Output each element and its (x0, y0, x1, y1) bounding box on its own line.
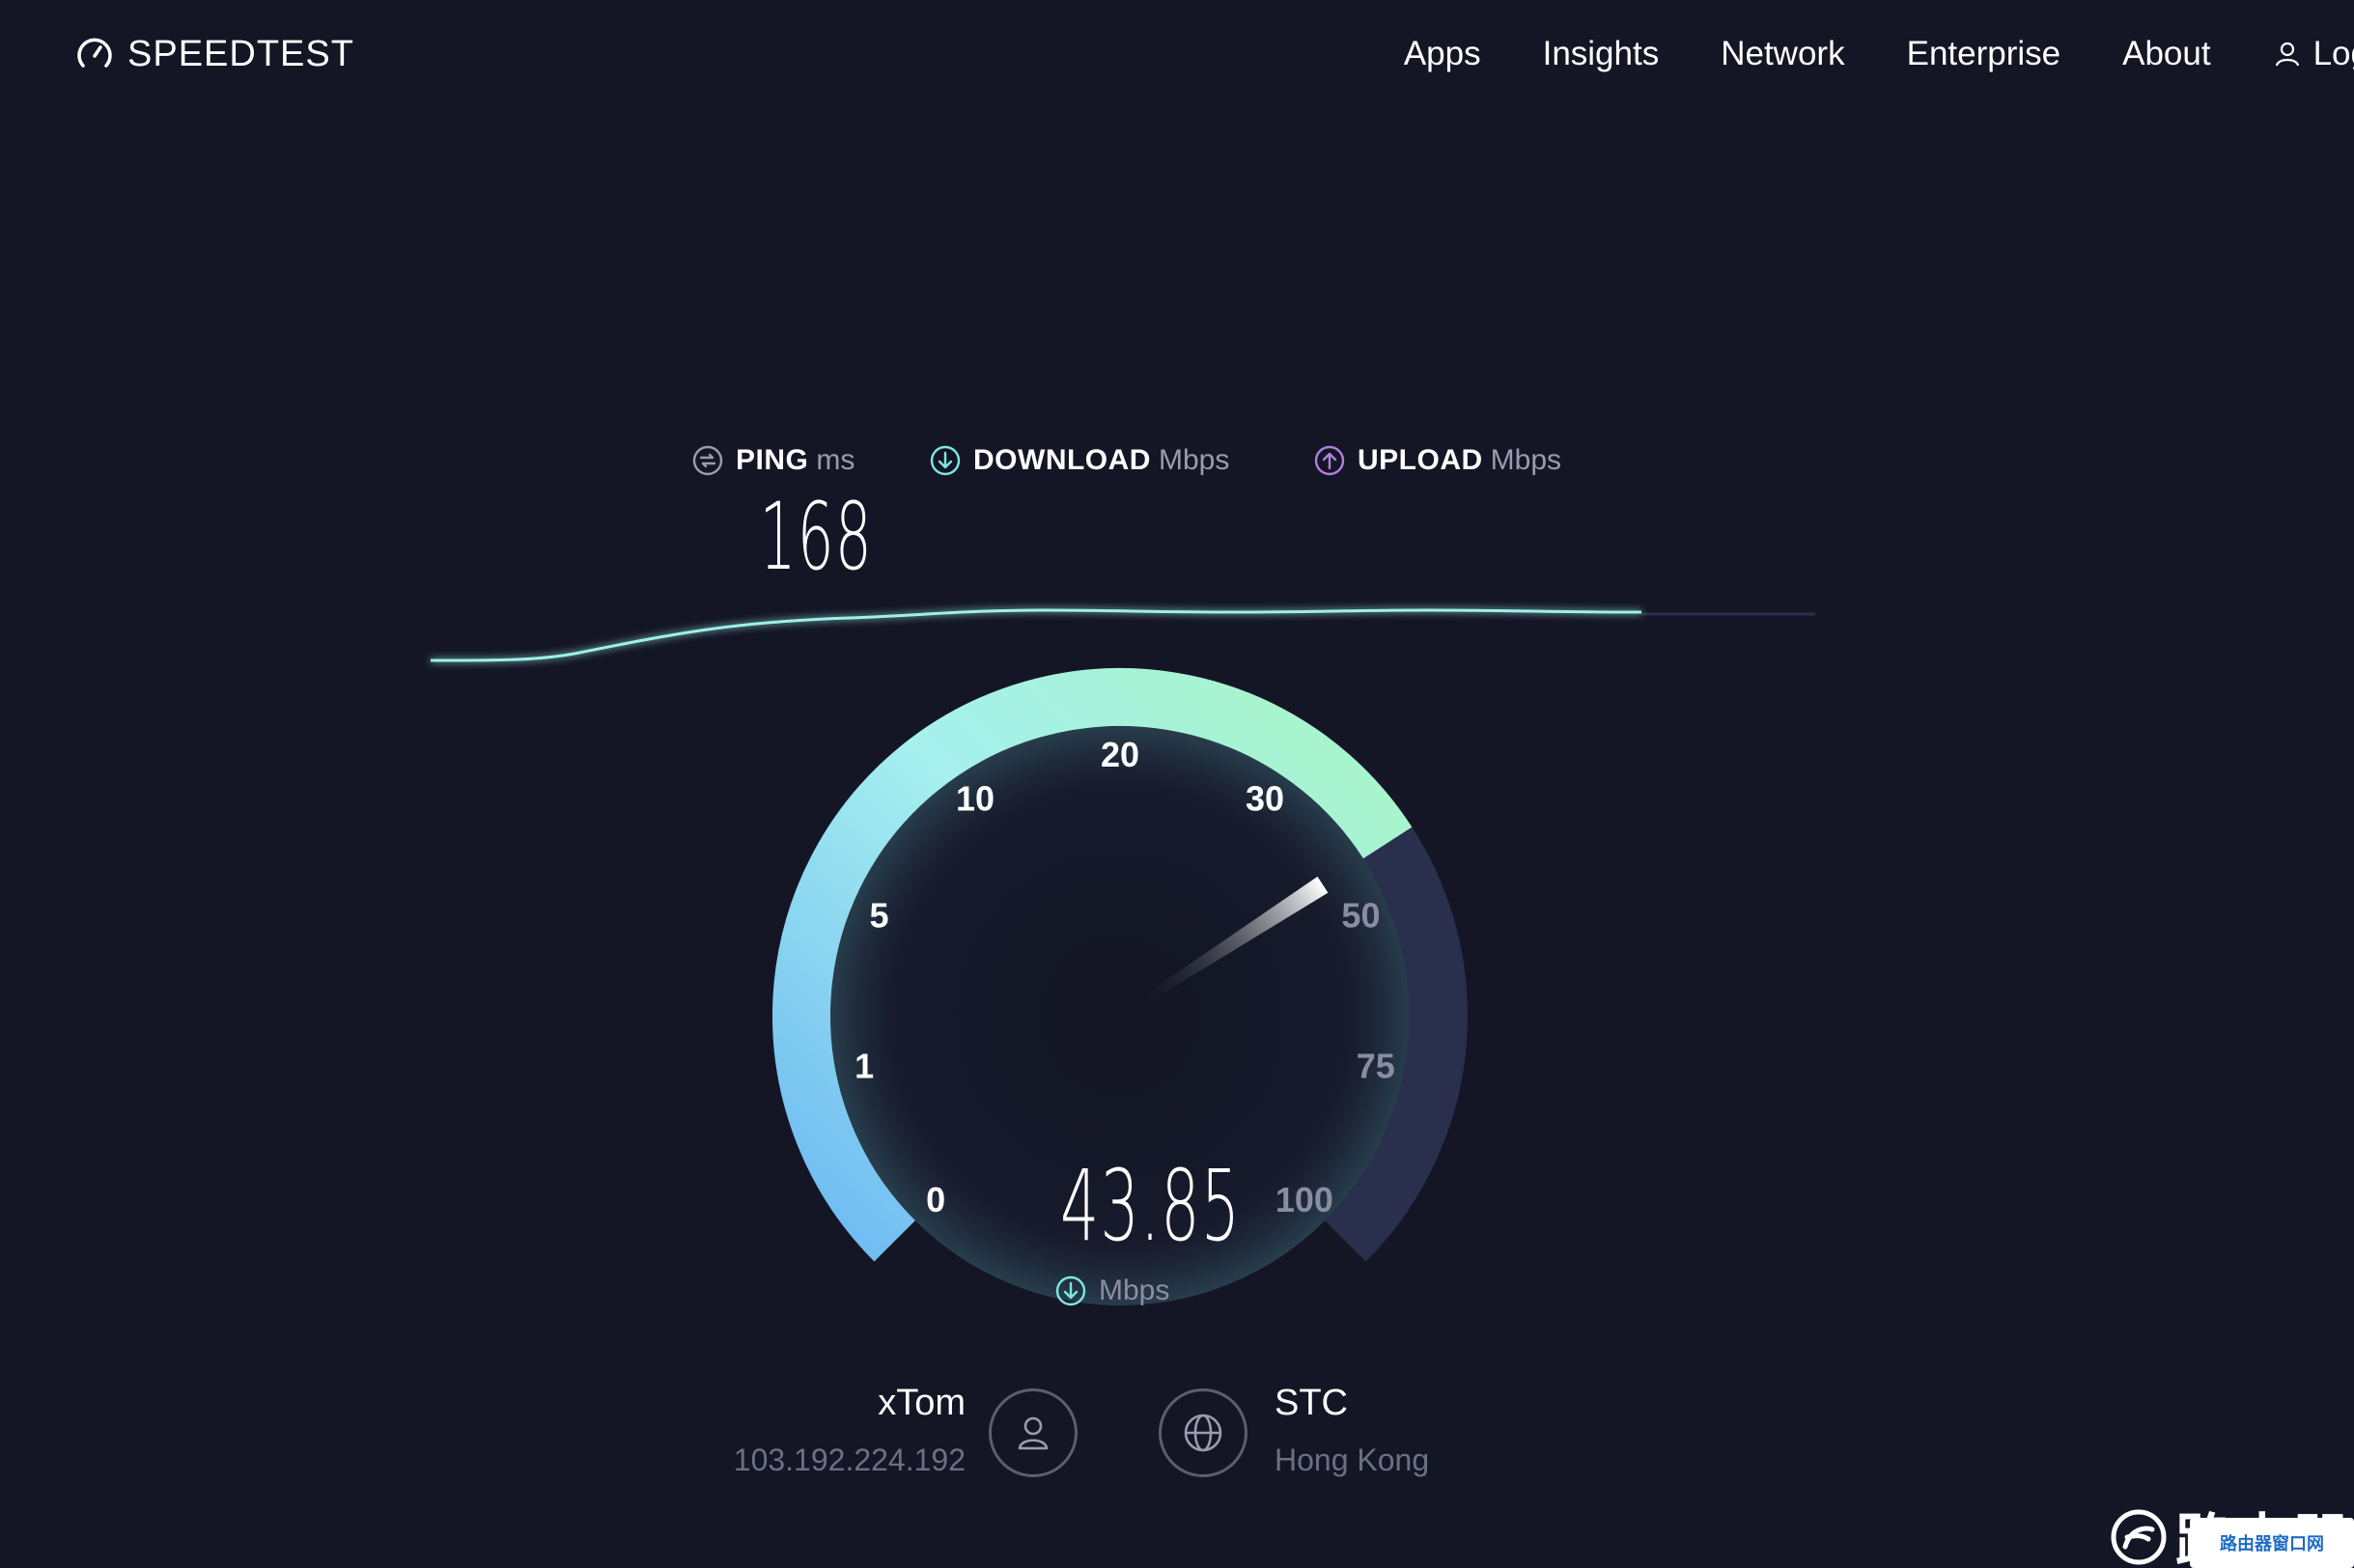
download-arrow-icon (1055, 1275, 1086, 1306)
globe-icon (1184, 1414, 1222, 1452)
speed-graph-and-gauge: 0 1 5 10 20 30 50 75 100 (430, 608, 1815, 1305)
user-icon (1018, 1416, 1049, 1450)
gauge-tick-label: 100 (1275, 1180, 1333, 1219)
change-server-button[interactable] (1159, 1388, 1247, 1477)
gauge-tick-label: 0 (926, 1180, 945, 1219)
gauge-unit-label: Mbps (1099, 1274, 1170, 1306)
watermark-logo-icon (2111, 1509, 2167, 1564)
gauge-tick-label: 10 (956, 779, 995, 819)
gauge-tick-label: 20 (1101, 735, 1139, 774)
isp-user-button[interactable] (989, 1388, 1078, 1477)
download-speed-line (430, 608, 1642, 662)
gauge-tick-label: 30 (1246, 779, 1284, 819)
gauge-unit: Mbps (1054, 1274, 1169, 1307)
server-location: Hong Kong (1275, 1442, 1430, 1477)
gauge-tick-label: 75 (1357, 1047, 1395, 1086)
isp-ip-address: 103.192.224.192 (733, 1442, 966, 1477)
isp-name[interactable]: xTom (878, 1383, 966, 1424)
speedtest-page: SPEEDTEST Apps Insights Network Enterpri… (0, 0, 2354, 1568)
gauge-tick-label: 5 (870, 896, 889, 936)
gauge-tick-label: 1 (855, 1047, 874, 1086)
server-name[interactable]: STC (1275, 1383, 1348, 1424)
gauge-tick-label: 50 (1341, 896, 1380, 936)
current-speed-value: 43.85 (1060, 1149, 1242, 1264)
watermark-badge: 路由器窗口网 (2190, 1518, 2354, 1568)
